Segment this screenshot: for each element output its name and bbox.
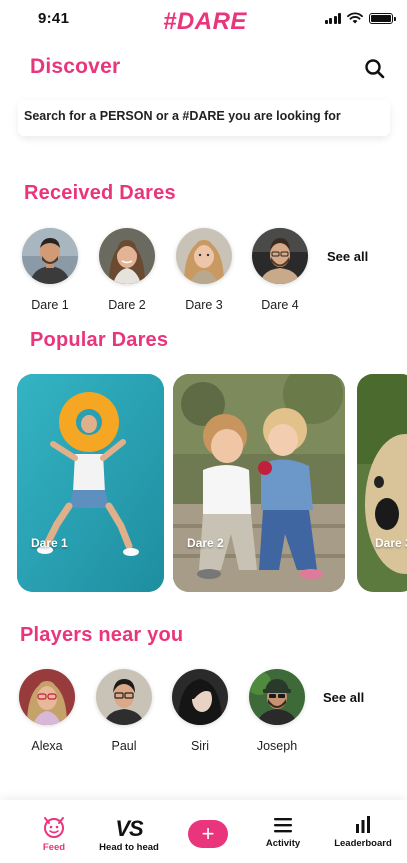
- avatar: [176, 228, 232, 284]
- player-name: Joseph: [256, 739, 298, 753]
- status-bar: 9:41 #DARE: [0, 0, 407, 44]
- player-item[interactable]: Siri: [168, 669, 232, 753]
- received-dares-title: Received Dares: [24, 182, 176, 204]
- dare-card-label: Dare 1: [31, 536, 68, 550]
- dare-card-label: Dare 2: [187, 536, 224, 550]
- nav-item-leaderboard[interactable]: Leaderboard: [330, 814, 396, 849]
- search-icon[interactable]: [362, 56, 388, 82]
- players-see-all-link[interactable]: See all: [323, 690, 364, 705]
- status-time: 9:41: [38, 10, 70, 27]
- nav-label: Head to head: [99, 842, 159, 853]
- nav-item-activity[interactable]: Activity: [262, 814, 304, 849]
- avatar: [99, 228, 155, 284]
- nav-label: Feed: [42, 842, 66, 853]
- vs-icon: VS: [115, 816, 143, 841]
- player-name: Paul: [111, 739, 137, 753]
- player-name: Alexa: [31, 739, 63, 753]
- signal-icon: [324, 12, 341, 24]
- player-item[interactable]: Alexa: [15, 669, 79, 753]
- bottom-nav: Feed VS Head to head + Activity Leaderbo…: [0, 800, 407, 863]
- players-near-you-title: Players near you: [20, 624, 184, 646]
- search-input[interactable]: Search for a PERSON or a #DARE you are l…: [18, 100, 390, 136]
- popular-dare-card[interactable]: Dare 1: [17, 374, 164, 592]
- player-item[interactable]: Paul: [92, 669, 156, 753]
- received-dare-label: Dare 4: [261, 298, 299, 312]
- received-dare-item[interactable]: Dare 1: [18, 228, 82, 312]
- status-icons: [324, 12, 396, 24]
- received-dares-see-all-link[interactable]: See all: [327, 249, 368, 264]
- dare-card-image: [357, 374, 407, 592]
- dare-card-image: [17, 374, 164, 592]
- received-dare-label: Dare 3: [185, 298, 223, 312]
- avatar: [249, 669, 305, 725]
- avatar: [252, 228, 308, 284]
- create-dare-button[interactable]: +: [188, 820, 228, 848]
- avatar: [172, 669, 228, 725]
- received-dare-label: Dare 2: [108, 298, 146, 312]
- popular-dare-card[interactable]: Dare 2: [173, 374, 345, 592]
- nav-label: Leaderboard: [334, 838, 392, 849]
- wifi-icon: [347, 12, 363, 24]
- bar-chart-icon: [356, 816, 370, 833]
- dare-card-label: Dare 3: [375, 536, 407, 550]
- dare-logo: #DARE: [163, 8, 247, 35]
- player-name: Siri: [190, 739, 210, 753]
- received-dare-item[interactable]: Dare 3: [172, 228, 236, 312]
- devil-icon: [44, 817, 64, 838]
- nav-label: Activity: [265, 838, 301, 849]
- avatar: [19, 669, 75, 725]
- received-dare-label: Dare 1: [31, 298, 69, 312]
- nav-item-head-to-head[interactable]: VS Head to head: [94, 816, 164, 854]
- popular-dare-card[interactable]: Dare 3: [357, 374, 407, 592]
- search-placeholder: Search for a PERSON or a #DARE you are l…: [24, 109, 341, 123]
- avatar: [22, 228, 78, 284]
- popular-dares-title: Popular Dares: [30, 329, 169, 351]
- battery-icon: [369, 12, 396, 24]
- dare-card-image: [173, 374, 345, 592]
- list-icon: [274, 818, 292, 833]
- plus-icon: +: [188, 820, 228, 848]
- player-item[interactable]: Joseph: [245, 669, 309, 753]
- received-dare-item[interactable]: Dare 2: [95, 228, 159, 312]
- page-title: Discover: [30, 55, 121, 78]
- avatar: [96, 669, 152, 725]
- received-dare-item[interactable]: Dare 4: [248, 228, 312, 312]
- nav-item-feed[interactable]: Feed: [34, 812, 74, 853]
